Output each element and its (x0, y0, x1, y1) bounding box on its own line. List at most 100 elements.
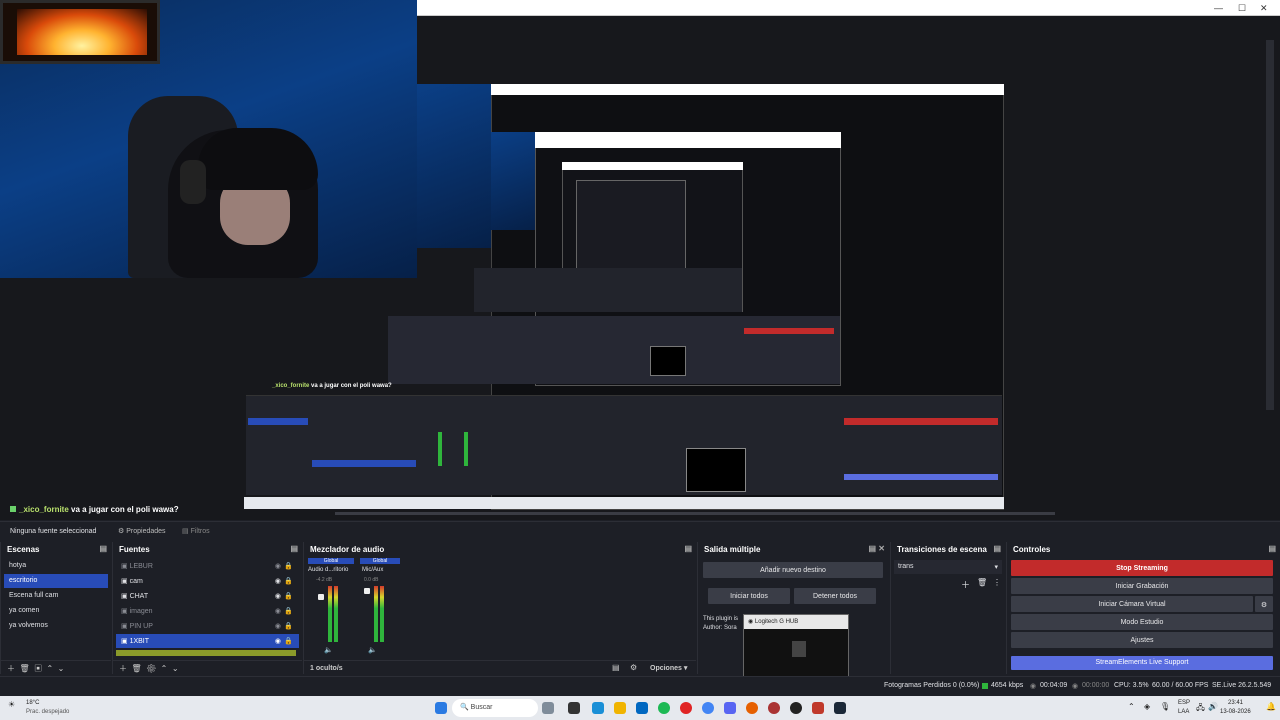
volume-slider-handle[interactable] (318, 594, 324, 600)
firefox-icon[interactable] (746, 702, 758, 714)
volume-slider-handle[interactable] (364, 588, 370, 594)
add-transition-icon[interactable]: ＋ (961, 578, 970, 591)
dock-menu-icon[interactable]: ▤ (290, 544, 298, 553)
dock-menu-icon[interactable]: ▤ (684, 544, 692, 553)
scene-item[interactable]: Escena full cam (4, 589, 108, 603)
options-button[interactable]: Opciones ▾ (650, 664, 687, 672)
source-settings-icon[interactable]: ⚙ (146, 664, 156, 673)
dock-close-icon[interactable]: ▤ ✕ (869, 544, 885, 553)
virtual-camera-settings-icon[interactable]: ⚙ (1255, 596, 1273, 612)
lock-icon[interactable]: 🔒 (284, 622, 293, 630)
source-row-partial[interactable] (116, 650, 296, 656)
explorer-icon[interactable] (614, 702, 626, 714)
dock-menu-icon[interactable]: ▤ (99, 544, 107, 553)
tray-chevron-icon[interactable]: ⌃ (1128, 702, 1135, 711)
filters-button[interactable]: ▤ Filtros (182, 527, 210, 535)
mixer-settings-icon[interactable]: ⚙ (630, 663, 637, 672)
add-destination-button[interactable]: Añadir nuevo destino (703, 562, 883, 578)
lock-icon[interactable]: 🔒 (284, 637, 293, 645)
globe-icon: ▣ (121, 593, 130, 600)
remove-scene-icon[interactable]: 🗑 (19, 664, 29, 673)
move-down-icon[interactable]: ⌄ (172, 664, 179, 673)
close-icon[interactable]: ✕ (1260, 3, 1268, 14)
taskview-icon[interactable] (568, 702, 580, 714)
scene-item[interactable]: escritorio (4, 574, 108, 588)
filters-label: Filtros (190, 528, 210, 535)
move-up-icon[interactable]: ⌃ (47, 664, 54, 673)
volume-meter (328, 586, 332, 642)
clock-time[interactable]: 23:41 (1228, 700, 1243, 706)
speaker-icon[interactable]: 🔈 (324, 646, 333, 654)
source-item[interactable]: ▣ LEBUR ◉ 🔒 (116, 559, 299, 573)
lock-icon[interactable]: 🔒 (284, 592, 293, 600)
visibility-icon[interactable]: ◉ (275, 637, 281, 645)
source-item[interactable]: ▣ 1XBIT ◉ 🔒 (116, 634, 299, 648)
app-icon[interactable] (812, 702, 824, 714)
preview-hscrollbar[interactable] (335, 512, 1055, 515)
transition-select[interactable]: trans ▾ (894, 560, 1002, 574)
source-item[interactable]: ▣ CHAT ◉ 🔒 (116, 589, 299, 603)
stop-all-button[interactable]: Detener todos (794, 588, 876, 604)
transitions-dock: Transiciones de escena ▤ trans ▾ ＋ 🗑 ⋮ (890, 542, 1005, 674)
lock-icon[interactable]: 🔒 (284, 607, 293, 615)
properties-button[interactable]: ⚙ Propiedades (118, 527, 166, 535)
discord-icon[interactable] (724, 702, 736, 714)
dock-menu-icon[interactable]: ▤ (993, 544, 1001, 553)
remove-transition-icon[interactable]: 🗑 (977, 578, 987, 587)
visibility-icon[interactable]: ◉ (275, 592, 281, 600)
minimize-icon[interactable]: — (1214, 3, 1223, 13)
studio-mode-button[interactable]: Modo Estudio (1011, 614, 1273, 630)
spotify-icon[interactable] (658, 702, 670, 714)
virtual-camera-button[interactable]: Iniciar Cámara Virtual (1011, 596, 1253, 612)
more-icon[interactable]: ⋮ (993, 578, 1001, 587)
nested-stop-streaming (844, 418, 998, 425)
settings-button[interactable]: Ajustes (1011, 632, 1273, 648)
steam-icon[interactable] (834, 702, 846, 714)
add-scene-icon[interactable]: ＋ (7, 664, 15, 673)
weather-desc: Prac. despejado (26, 709, 70, 715)
volume-icon[interactable]: 🔊 (1208, 702, 1218, 711)
visibility-icon[interactable]: ◉ (275, 622, 281, 630)
sources-header: Fuentes ▤ (113, 542, 302, 557)
notifications-icon[interactable]: 🔔 (1266, 702, 1276, 711)
search-box[interactable]: 🔍 Buscar (452, 699, 538, 717)
source-item[interactable]: ▣ imagen ◉ 🔒 (116, 604, 299, 618)
weather-icon[interactable]: ☀ (8, 700, 15, 709)
windows-start-icon[interactable] (435, 702, 447, 714)
visibility-icon[interactable]: ◉ (275, 607, 281, 615)
scene-filters-icon[interactable]: ▣ (34, 664, 42, 673)
youtube-icon[interactable] (680, 702, 692, 714)
edge-icon[interactable] (592, 702, 604, 714)
source-item[interactable]: ▣ PIN UP ◉ 🔒 (116, 619, 299, 633)
chrome-icon[interactable] (702, 702, 714, 714)
preview-scrollbar[interactable] (1266, 40, 1274, 410)
mixer-layout-icon[interactable]: ▤ (612, 663, 620, 672)
lock-icon[interactable]: 🔒 (284, 562, 293, 570)
source-item[interactable]: ▣ cam ◉ 🔒 (116, 574, 299, 588)
visibility-icon[interactable]: ◉ (275, 577, 281, 585)
lang[interactable]: ESP (1178, 700, 1190, 706)
scene-item[interactable]: ya volvemos (4, 619, 108, 633)
maximize-icon[interactable]: ☐ (1238, 3, 1246, 14)
lock-icon[interactable]: 🔒 (284, 577, 293, 585)
add-source-icon[interactable]: ＋ (119, 664, 127, 673)
location-icon[interactable]: ◈ (1144, 702, 1150, 711)
store-icon[interactable] (636, 702, 648, 714)
stop-streaming-button[interactable]: Stop Streaming (1011, 560, 1273, 576)
browser-icon[interactable] (768, 702, 780, 714)
se-support-button[interactable]: StreamElements Live Support (1011, 656, 1273, 670)
start-recording-button[interactable]: Iniciar Grabación (1011, 578, 1273, 594)
widgets-icon[interactable] (542, 702, 554, 714)
move-up-icon[interactable]: ⌃ (161, 664, 168, 673)
visibility-icon[interactable]: ◉ (275, 562, 281, 570)
scene-item[interactable]: ya comen (4, 604, 108, 618)
remove-source-icon[interactable]: 🗑 (131, 664, 141, 673)
obs-icon[interactable] (790, 702, 802, 714)
scene-item[interactable]: hotya (4, 559, 108, 573)
mic-icon[interactable]: 🎙 (1160, 702, 1170, 711)
network-icon[interactable]: 🖧 (1196, 702, 1205, 716)
move-down-icon[interactable]: ⌄ (58, 664, 65, 673)
start-all-button[interactable]: Iniciar todos (708, 588, 790, 604)
speaker-icon[interactable]: 🔈 (368, 646, 377, 654)
dock-menu-icon[interactable]: ▤ (1268, 544, 1276, 553)
